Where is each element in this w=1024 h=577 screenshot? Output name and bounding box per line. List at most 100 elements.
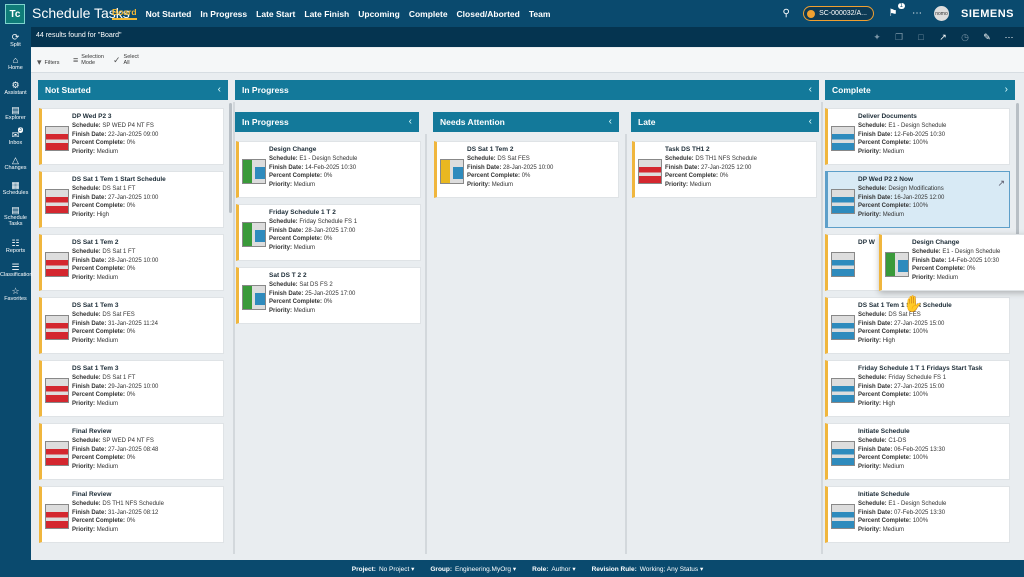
field-label: Schedule:	[269, 219, 298, 225]
rail-item-classification[interactable]: ☰ Classification	[0, 262, 32, 278]
task-card[interactable]: Friday Schedule 1 T 2 Schedule: Friday Sc…	[236, 204, 421, 261]
more-icon[interactable]: ⋯	[910, 7, 924, 21]
field-label: Priority:	[467, 181, 491, 188]
rail-item-explorer[interactable]: ▤ Explorer	[0, 105, 31, 121]
field-value: 27-Jan-2025 08:48	[108, 446, 159, 453]
task-card[interactable]: Final Review Schedule: DS TH1 NFS Schedul…	[39, 486, 224, 543]
context-pill[interactable]: SC-000032/A...	[803, 6, 874, 21]
task-card[interactable]: DS Sat 1 Tem 1 Start Schedule Schedule: D…	[39, 171, 224, 228]
card-title: DP Wed P2 3	[72, 113, 112, 120]
search-icon[interactable]: ⚲	[779, 7, 793, 21]
not-started-scrollbar[interactable]	[229, 103, 232, 213]
task-card[interactable]: Friday Schedule 1 T 1 Fridays Start Task…	[825, 360, 1010, 417]
select-all-button[interactable]: ✓ Select All	[113, 54, 139, 66]
task-card[interactable]: Task DS TH1 2 Schedule: DS TH1 NFS Schedu…	[632, 141, 817, 198]
lane-header-complete[interactable]: Complete ›	[825, 80, 1015, 100]
lane-header-in-progress[interactable]: In Progress ‹	[235, 80, 819, 100]
card-field-percent: Percent Complete: 0%	[665, 173, 728, 179]
selection-mode-button[interactable]: ≡ Selection Mode	[73, 54, 104, 66]
field-value: 25-Jan-2025 17:00	[305, 290, 356, 297]
collapse-chevron-icon[interactable]: ‹	[409, 112, 412, 132]
card-field-percent: Percent Complete: 0%	[269, 236, 332, 242]
tab-team[interactable]: Team	[529, 9, 551, 19]
card-field-schedule: Schedule: E1 - Design Schedule	[858, 123, 946, 129]
open-in-new-icon[interactable]: ↗	[997, 178, 1005, 189]
field-value: Friday Schedule FS 1	[299, 219, 358, 225]
lane-divider	[425, 134, 427, 554]
filters-button[interactable]: ▾ Filters	[37, 57, 60, 68]
share-icon[interactable]: ↗	[936, 30, 950, 44]
tab-board[interactable]: Board	[112, 7, 137, 20]
complete-scrollbar[interactable]	[1016, 103, 1019, 243]
status-project[interactable]: Project: No Project ▾	[352, 565, 415, 573]
rail-item-assistant[interactable]: ⚙ Assistant	[0, 80, 31, 96]
dragging-card[interactable]: Design Change Schedule: E1 - Design Sched…	[879, 234, 1024, 291]
sublane-header-in-progress[interactable]: In Progress ‹	[235, 112, 419, 132]
app-logo[interactable]: Tc	[5, 4, 25, 24]
card-title: DS Sat 1 Tem 3	[72, 365, 119, 372]
field-label: Finish Date:	[72, 320, 107, 327]
lane-header-not-started[interactable]: Not Started ‹	[38, 80, 228, 100]
status-value: Engineering.MyOrg	[455, 565, 512, 573]
paste-icon[interactable]: □	[914, 30, 928, 44]
sublane-header-needs-attention[interactable]: Needs Attention ‹	[433, 112, 619, 132]
task-card[interactable]: DS Sat 1 Tem 2 Schedule: DS Sat FES Finish…	[434, 141, 619, 198]
comment-icon[interactable]: ✎	[980, 30, 994, 44]
rail-item-reports[interactable]: ☷ Reports	[0, 238, 31, 254]
task-card[interactable]: Deliver Documents Schedule: E1 - Design S…	[825, 108, 1010, 165]
field-value: Friday Schedule FS 1	[888, 375, 947, 381]
tab-complete[interactable]: Complete	[409, 9, 448, 19]
rail-item-inbox[interactable]: ✉ 3 Inbox	[0, 127, 31, 146]
field-label: Percent Complete:	[858, 203, 912, 209]
collapse-chevron-icon[interactable]: ‹	[809, 80, 812, 100]
field-label: Schedule:	[269, 282, 298, 288]
task-card[interactable]: Initiate Schedule Schedule: C1-DS Finish D…	[825, 423, 1010, 480]
field-value: DS Sat 1 FT	[102, 249, 136, 255]
task-card[interactable]: Initiate Schedule Schedule: E1 - Design S…	[825, 486, 1010, 543]
task-card[interactable]: DP Wed P2 3 Schedule: SP WED P4 NT FS Fini…	[39, 108, 224, 165]
schedule-task-thumbnail	[45, 252, 69, 277]
card-field-percent: Percent Complete: 0%	[269, 299, 332, 305]
tab-in-progress[interactable]: In Progress	[200, 9, 247, 19]
collapse-chevron-icon[interactable]: ‹	[218, 80, 221, 100]
expand-chevron-icon[interactable]: ›	[1005, 80, 1008, 100]
overflow-icon[interactable]: ⋯	[1002, 30, 1016, 44]
sublane-header-late[interactable]: Late ‹	[631, 112, 819, 132]
rail-item-favorites[interactable]: ☆ Favorites	[0, 286, 31, 302]
status-group[interactable]: Group: Engineering.MyOrg ▾	[430, 565, 516, 573]
card-field-priority: Priority: Medium	[72, 275, 118, 281]
task-card[interactable]: DS Sat 1 Tem 2 Schedule: DS Sat 1 FT Finis…	[39, 234, 224, 291]
status-revision-rule[interactable]: Revision Rule: Working; Any Status ▾	[592, 565, 704, 573]
tab-not-started[interactable]: Not Started	[146, 9, 192, 19]
avatar[interactable]: nomo	[933, 6, 949, 21]
tab-late-finish[interactable]: Late Finish	[304, 9, 349, 19]
task-card[interactable]: Design Change Schedule: E1 - Design Sched…	[236, 141, 421, 198]
copy-icon[interactable]: ❐	[892, 30, 906, 44]
task-card[interactable]: DS Sat 1 Tem 3 Schedule: DS Sat 1 FT Finis…	[39, 360, 224, 417]
tab-closed-aborted[interactable]: Closed/Aborted	[457, 9, 520, 19]
collapse-chevron-icon[interactable]: ‹	[809, 112, 812, 132]
collapse-chevron-icon[interactable]: ‹	[609, 112, 612, 132]
field-label: Percent Complete:	[72, 329, 126, 335]
card-field-percent: Percent Complete: 100%	[858, 518, 928, 524]
task-card[interactable]: DP Wed P2 2 Now Schedule: Design Modifica…	[825, 171, 1010, 228]
rail-item-schedules[interactable]: ▦ Schedules	[0, 180, 31, 196]
pin-icon[interactable]: ✦	[870, 30, 884, 44]
card-field-percent: Percent Complete: 100%	[858, 392, 928, 398]
field-value: 0%	[126, 266, 136, 272]
task-card[interactable]: DS Sat 1 Tem 3 Schedule: DS Sat FES Finish…	[39, 297, 224, 354]
rail-item-schedule-tasks[interactable]: ▤ Schedule Tasks	[0, 205, 31, 227]
rail-item-home[interactable]: ⌂ Home	[0, 55, 31, 71]
schedule-task-thumbnail	[440, 159, 464, 184]
history-icon[interactable]: ◷	[958, 30, 972, 44]
status-role[interactable]: Role: Author ▾	[532, 565, 575, 573]
select-all-label: Select All	[124, 54, 139, 66]
tab-upcoming[interactable]: Upcoming	[358, 9, 400, 19]
rail-item-changes[interactable]: △ Changes	[0, 155, 31, 171]
field-value: Medium	[293, 244, 316, 251]
notification-bell-icon[interactable]: ⚑ 1	[886, 2, 905, 21]
rail-item-split[interactable]: ⟳ Split	[0, 32, 31, 48]
tab-late-start[interactable]: Late Start	[256, 9, 295, 19]
task-card[interactable]: Sat DS T 2 2 Schedule: Sat DS FS 2 Finish …	[236, 267, 421, 324]
task-card[interactable]: Final Review Schedule: SP WED P4 NT FS Fin…	[39, 423, 224, 480]
